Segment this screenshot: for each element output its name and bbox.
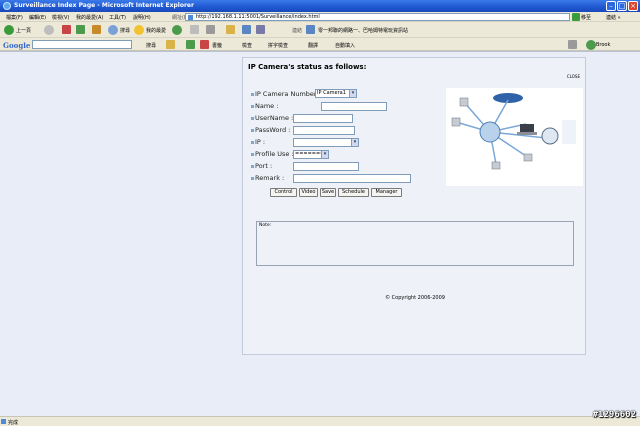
chevron-down-icon: ▾ xyxy=(321,151,328,158)
remark-input[interactable] xyxy=(293,174,411,183)
menu-view[interactable]: 檢視(V) xyxy=(52,14,69,21)
video-button[interactable]: Video xyxy=(299,188,318,197)
autofill-button[interactable]: 自動填入 xyxy=(335,42,355,49)
user-name[interactable]: Brook xyxy=(596,42,610,48)
forward-arrow-icon[interactable] xyxy=(44,25,54,35)
ip-label: IP : xyxy=(251,138,265,146)
bullet-icon xyxy=(251,128,254,132)
home-icon[interactable] xyxy=(92,25,101,34)
ie-icon xyxy=(3,2,11,10)
stop-icon[interactable] xyxy=(62,25,71,34)
save-button[interactable]: Save xyxy=(320,188,336,197)
wrench-icon[interactable] xyxy=(568,40,577,49)
camera-number-select[interactable]: IP Camera1 ▾ xyxy=(315,89,357,98)
go-arrow-icon[interactable] xyxy=(572,13,580,21)
page-content: IP Camera's status as follows: CLOSE IP … xyxy=(0,51,640,416)
name-label: Name : xyxy=(251,102,278,110)
port-input[interactable] xyxy=(293,162,359,171)
menu-bar: 檔案(F) 編輯(E) 檢視(V) 我的最愛(A) 工具(T) 說明(H) 網址… xyxy=(0,12,640,22)
page-done-icon xyxy=(1,419,6,424)
back-arrow-icon[interactable] xyxy=(4,25,14,35)
check-button[interactable]: 檢查 xyxy=(242,42,252,49)
note-area[interactable]: Note: xyxy=(256,221,574,266)
google-toolbar: Google 搜尋 書籤 檢查 拼字檢查 翻譯 自動填入 Brook xyxy=(0,38,640,51)
bullet-icon xyxy=(251,176,254,180)
copyright-text: © Copyright 2006-2009 xyxy=(385,295,445,301)
name-input[interactable] xyxy=(321,102,387,111)
go-button[interactable]: 移至 xyxy=(581,14,591,21)
chevron-down-icon: ▾ xyxy=(349,90,356,97)
mail-icon[interactable] xyxy=(190,25,199,34)
password-label: PassWord : xyxy=(251,126,290,134)
research-icon[interactable] xyxy=(256,25,265,34)
google-logo: Google xyxy=(3,41,31,50)
close-window-button[interactable]: × xyxy=(628,1,638,11)
address-input[interactable]: http://192.168.1.11:5001/Surveillance/in… xyxy=(185,13,570,21)
remark-label: Remark : xyxy=(251,174,284,182)
minimize-button[interactable]: – xyxy=(606,1,616,11)
page-icon xyxy=(188,15,193,20)
user-icon[interactable] xyxy=(586,40,596,50)
manager-button[interactable]: Manager xyxy=(371,188,402,197)
window-titlebar: Surveillance Index Page - Microsoft Inte… xyxy=(0,0,640,12)
network-diagram-svg xyxy=(451,93,576,170)
address-value: http://192.168.1.11:5001/Surveillance/in… xyxy=(196,14,320,20)
panel-title: IP Camera's status as follows: xyxy=(248,63,367,71)
menu-tools[interactable]: 工具(T) xyxy=(109,14,126,21)
bullet-icon xyxy=(251,164,254,168)
history-icon[interactable] xyxy=(172,25,182,35)
maximize-button[interactable]: □ xyxy=(617,1,627,11)
search-button[interactable]: 搜尋 xyxy=(120,27,130,34)
pagerank-icon[interactable] xyxy=(186,40,195,49)
status-text: 完成 xyxy=(8,420,19,426)
camera-status-panel: IP Camera's status as follows: CLOSE IP … xyxy=(242,57,586,355)
google-search-input[interactable] xyxy=(32,40,132,49)
standard-toolbar: 上一頁 搜尋 我的最愛 連結 零一邦聯的網路一、巴哈姆特電玩資訊站 xyxy=(0,22,640,38)
link-item[interactable]: 零一邦聯的網路一、巴哈姆特電玩資訊站 xyxy=(318,27,408,34)
messenger-icon[interactable] xyxy=(242,25,251,34)
close-link[interactable]: CLOSE xyxy=(567,74,580,79)
bullet-icon xyxy=(251,152,254,156)
schedule-button[interactable]: Schedule xyxy=(338,188,369,197)
favorites-button[interactable]: 我的最愛 xyxy=(146,27,166,34)
chevron-down-icon: ▾ xyxy=(351,139,358,146)
control-button[interactable]: Control xyxy=(270,188,297,197)
translate-button[interactable]: 翻譯 xyxy=(308,42,318,49)
window-title: Surveillance Index Page - Microsoft Inte… xyxy=(14,2,194,9)
username-input[interactable] xyxy=(293,114,353,123)
profile-label: Profile Use : xyxy=(251,150,294,158)
spell-check-button[interactable]: 拼字檢查 xyxy=(268,42,288,49)
menu-help[interactable]: 說明(H) xyxy=(133,14,151,21)
username-label: UserName : xyxy=(251,114,293,122)
popup-blocker-icon[interactable] xyxy=(200,40,209,49)
links-menu[interactable]: 連結 » xyxy=(606,14,621,21)
note-label: Note: xyxy=(259,223,272,228)
news-icon[interactable] xyxy=(166,40,175,49)
bookmarks-button[interactable]: 書籤 xyxy=(212,42,222,49)
edit-icon[interactable] xyxy=(226,25,235,34)
status-bar: 完成 xyxy=(0,416,640,426)
ip-select[interactable]: ▾ xyxy=(293,138,359,147)
menu-favorites[interactable]: 我的最愛(A) xyxy=(76,14,103,21)
refresh-icon[interactable] xyxy=(76,25,85,34)
links-label: 連結 xyxy=(292,28,303,34)
profile-select[interactable]: ======== ▾ xyxy=(293,150,329,159)
camera-number-label: IP Camera Number: xyxy=(251,90,319,98)
network-diagram-image xyxy=(446,88,583,186)
back-button[interactable]: 上一頁 xyxy=(16,27,31,34)
favorites-star-icon[interactable] xyxy=(134,25,144,35)
password-input[interactable] xyxy=(293,126,355,135)
bullet-icon xyxy=(251,116,254,120)
print-icon[interactable] xyxy=(206,25,215,34)
google-search-button[interactable]: 搜尋 xyxy=(146,42,156,49)
port-label: Port : xyxy=(251,162,272,170)
menu-edit[interactable]: 編輯(E) xyxy=(29,14,46,21)
menu-file[interactable]: 檔案(F) xyxy=(6,14,23,21)
search-icon[interactable] xyxy=(108,25,118,35)
bullet-icon xyxy=(251,92,254,96)
bullet-icon xyxy=(251,104,254,108)
bullet-icon xyxy=(251,140,254,144)
watermark-text: #1296602 xyxy=(592,410,636,420)
link-page-icon xyxy=(306,25,315,34)
